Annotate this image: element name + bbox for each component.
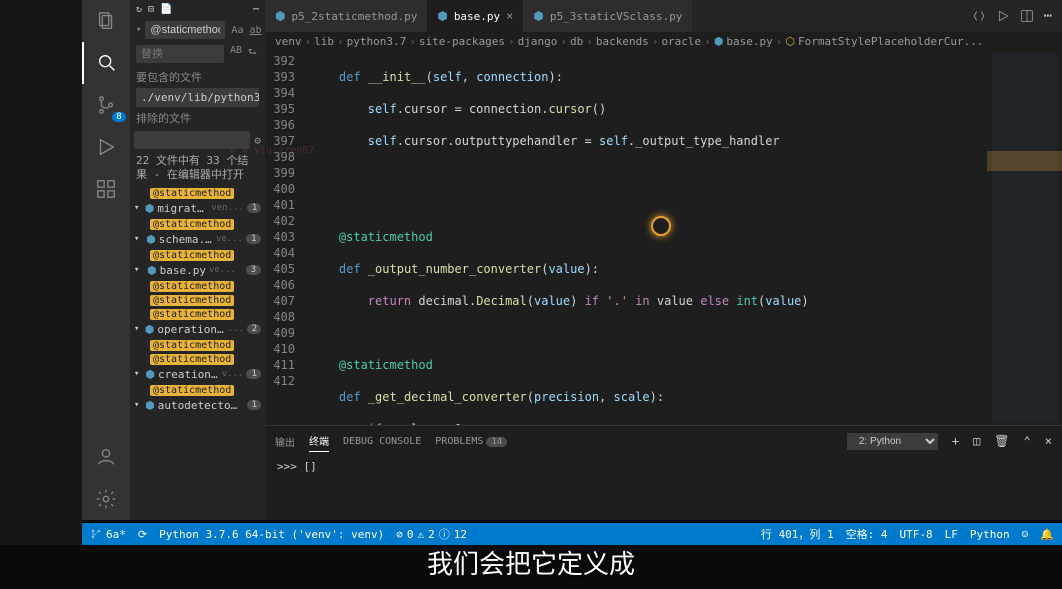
search-match[interactable]: @staticmethod [150,250,234,261]
search-sidebar: ↻ ⊟ 📄 ⋯ ▾ Aa ab .* AB ⮑ 要包含的文件 ./venv/li… [130,0,265,520]
debug-icon[interactable] [82,126,130,168]
code-content[interactable]: def __init__(self, connection): self.cur… [310,51,987,425]
exclude-label: 排除的文件 [130,107,265,129]
scm-icon[interactable]: 8 [82,84,130,126]
terminal-panel: 输出 终端 DEBUG CONSOLE PROBLEMS14 2: Python… [265,425,1062,520]
python-file-icon: ⬢ [147,264,157,277]
compare-icon[interactable] [972,9,986,23]
language-mode[interactable]: Python [970,528,1010,541]
breadcrumb[interactable]: venv› lib› python3.7› site-packages› dja… [265,32,1062,51]
new-file-icon[interactable]: 📄 [160,4,172,15]
chevron-up-icon[interactable]: ⌃ [1024,434,1031,448]
close-icon[interactable]: × [1045,434,1052,448]
case-sensitive-icon[interactable]: Aa [229,23,245,38]
chevron-down-icon: ▾ [134,234,143,244]
refresh-icon[interactable]: ↻ [136,4,142,15]
chevron-down-icon: ▾ [134,324,142,334]
code-editor[interactable]: 3923933943953963973983994004014024034044… [265,51,1062,425]
search-input[interactable] [145,21,225,39]
eol[interactable]: LF [945,528,958,541]
scm-badge: 8 [112,112,126,122]
search-match[interactable]: @staticmethod [150,340,234,351]
search-file-schema[interactable]: ▾⬢schema.pyve...1 [130,231,265,248]
extensions-icon[interactable] [82,168,130,210]
python-file-icon: ⬢ [146,233,156,246]
results-summary: 22 文件中有 33 个结果 - 在编辑器中打开 [130,151,265,186]
terminal-select[interactable]: 2: Python [847,433,938,450]
run-icon[interactable] [996,9,1010,23]
search-file-creation[interactable]: ▾⬢creation.pyv...1 [130,366,265,383]
explorer-icon[interactable] [82,0,130,42]
settings-icon[interactable] [82,478,130,520]
search-icon[interactable] [82,42,130,84]
split-terminal-icon[interactable]: ◫ [973,434,980,448]
account-icon[interactable] [82,436,130,478]
panel-tab-debug[interactable]: DEBUG CONSOLE [343,433,421,450]
search-match[interactable]: @staticmethod [150,385,234,396]
python-interpreter[interactable]: Python 3.7.6 64-bit ('venv': venv) [159,528,384,541]
exclude-input[interactable] [134,131,250,149]
activity-bar: 8 [82,0,130,520]
branch-indicator[interactable]: 6a* [90,528,126,541]
panel-tab-problems[interactable]: PROBLEMS14 [435,433,507,450]
trash-icon[interactable]: 🗑 [994,434,1009,448]
line-numbers: 3923933943953963973983994004014024034044… [265,51,310,425]
tab-p5-2[interactable]: ⬢p5_2staticmethod.py [265,0,427,32]
chevron-down-icon: ▾ [134,369,142,379]
search-match[interactable]: @staticmethod [150,309,234,320]
include-value[interactable]: ./venv/lib/python3.7/si... [136,88,259,107]
tab-base[interactable]: ⬢base.py× [427,0,523,32]
sync-icon[interactable]: ⟳ [138,528,147,541]
panel-tab-output[interactable]: 输出 [275,431,295,452]
python-file-icon: ⬢ [145,368,155,381]
search-file-autodetector[interactable]: ▾⬢autodetector....1 [130,397,265,414]
python-file-icon: ⬢ [275,9,285,23]
close-icon[interactable]: × [506,9,513,23]
cursor-position[interactable]: 行 401，列 1 [761,526,834,542]
plus-icon[interactable]: + [952,434,959,448]
whole-word-icon[interactable]: ab [247,23,263,38]
indentation[interactable]: 空格: 4 [846,526,888,542]
more-icon[interactable]: ⋯ [1044,8,1052,24]
feedback-icon[interactable]: ☺ [1022,528,1029,541]
split-icon[interactable] [1020,9,1034,23]
include-label: 要包含的文件 [130,66,265,88]
chevron-down-icon: ▾ [134,203,142,213]
python-file-icon: ⬢ [145,323,155,336]
notifications-icon[interactable]: 🔔 [1040,528,1054,541]
chevron-down-icon: ▾ [134,400,142,410]
terminal-content[interactable]: >>> [] [265,456,1062,520]
python-file-icon: ⬢ [437,9,447,23]
clear-icon[interactable]: ⊟ [148,4,154,15]
search-match[interactable]: @staticmethod [150,354,234,365]
more-icon[interactable]: ⋯ [253,4,259,15]
problems-indicator[interactable]: ⊘ 0 ⚠ 2 ⓘ 12 [396,526,467,542]
search-match[interactable]: @staticmethod [150,219,234,230]
panel-tab-terminal[interactable]: 终端 [309,430,329,452]
status-bar: 6a* ⟳ Python 3.7.6 64-bit ('venv': venv)… [82,523,1062,545]
search-match[interactable]: @staticmethod [150,188,234,199]
chevron-down-icon: ▾ [134,265,144,275]
python-file-icon: ⬢ [533,9,543,23]
replace-all-icon[interactable]: ⮑ [246,43,259,64]
search-match[interactable]: @staticmethod [150,295,234,306]
tab-p5-3[interactable]: ⬢p5_3staticVSclass.py [523,0,692,32]
editor-tabs: ⬢p5_2staticmethod.py ⬢base.py× ⬢p5_3stat… [265,0,1062,32]
replace-input[interactable] [136,45,224,63]
search-file-migrate[interactable]: ▾⬢migrate.pyven...1 [130,200,265,217]
gear-icon[interactable]: ⚙ [254,134,261,147]
search-file-operations[interactable]: ▾⬢operations.py...2 [130,321,265,338]
search-match[interactable]: @staticmethod [150,281,234,292]
search-file-base[interactable]: ▾⬢base.pyve...3 [130,262,265,279]
chevron-down-icon[interactable]: ▾ [136,25,141,35]
minimap[interactable] [987,51,1062,425]
python-file-icon: ⬢ [145,399,155,412]
encoding[interactable]: UTF-8 [900,528,933,541]
python-file-icon: ⬢ [145,202,155,215]
preserve-case-icon[interactable]: AB [228,43,244,64]
subtitle-caption: 我们会把它定义成 [0,544,1062,581]
